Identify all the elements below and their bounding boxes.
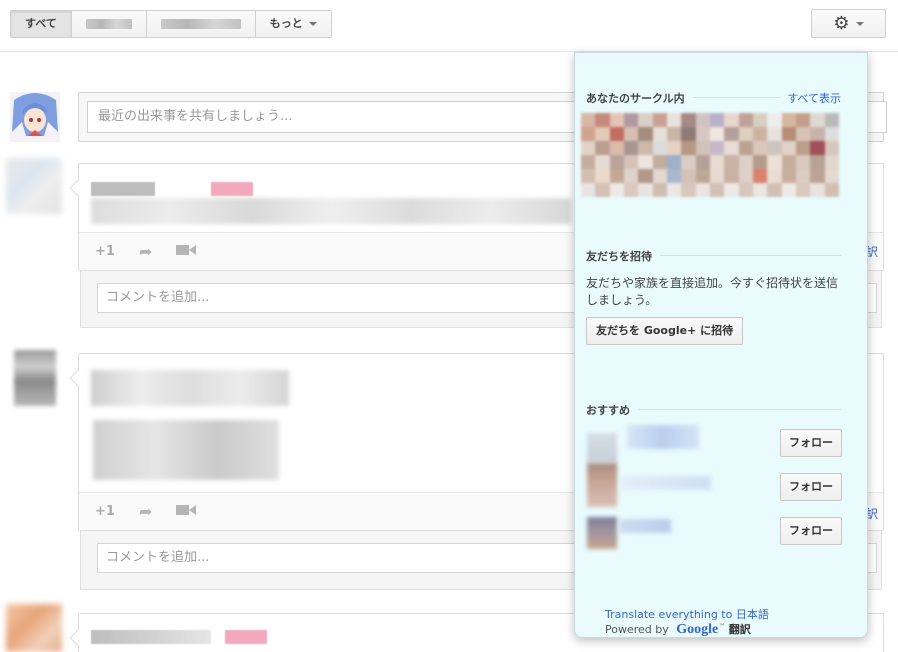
circles-section-title: あなたのサークル内 <box>586 90 693 106</box>
card-pointer <box>69 369 87 387</box>
my-avatar[interactable] <box>10 92 60 142</box>
post-badge <box>211 182 253 196</box>
video-camera-icon[interactable] <box>176 244 197 260</box>
video-camera-icon[interactable] <box>176 504 197 520</box>
settings-button[interactable]: ⚙ <box>811 9 886 38</box>
view-all-link[interactable]: すべて表示 <box>781 90 841 106</box>
suggestion-avatar[interactable] <box>587 433 617 463</box>
post-author-name <box>91 630 211 644</box>
author-avatar[interactable] <box>6 604 62 652</box>
chevron-down-icon <box>855 21 864 26</box>
share-arrow-icon[interactable]: ➦ <box>139 242 152 261</box>
follow-button[interactable]: フォロー <box>780 517 842 545</box>
translate-language[interactable]: 日本語 <box>736 608 769 621</box>
share-arrow-icon[interactable]: ➦ <box>139 502 152 521</box>
plus-one-button[interactable]: +1 <box>95 504 115 519</box>
post-text <box>91 198 571 224</box>
top-bar: すべて もっと ⚙ <box>0 0 898 52</box>
powered-by-line: Powered by Google™ 翻訳 <box>605 622 751 637</box>
powered-by-label: Powered by <box>605 623 669 636</box>
translate-link-line[interactable]: Translate everything to 日本語 <box>605 606 769 622</box>
post-text <box>93 420 279 480</box>
post-badge <box>225 630 267 644</box>
suggestion-name[interactable] <box>627 425 699 449</box>
follow-button[interactable]: フォロー <box>780 473 842 501</box>
filter-more-label: もっと <box>269 17 303 30</box>
post-author-name <box>91 182 155 196</box>
invite-button[interactable]: 友だちを Google+ に招待 <box>586 317 744 345</box>
follow-button[interactable]: フォロー <box>780 429 842 457</box>
circles-panel: あなたのサークル内 すべて表示 友だちを招待 友だちや家族を直接追加。今すぐ招待… <box>574 52 868 638</box>
author-avatar[interactable] <box>6 158 62 214</box>
card-pointer <box>69 179 87 197</box>
suggestion-name[interactable] <box>619 519 671 533</box>
translate-prefix[interactable]: Translate everything to <box>605 608 736 621</box>
chevron-down-icon <box>308 22 317 26</box>
invite-description: 友だちや家族を直接追加。今すぐ招待状を送信しましょう。 <box>586 276 839 307</box>
suggestion-avatar[interactable] <box>587 517 617 549</box>
stream-filter-group: すべて もっと <box>10 10 332 38</box>
suggestion-name[interactable] <box>621 476 711 490</box>
post-author-name <box>91 370 289 406</box>
plus-one-button[interactable]: +1 <box>95 244 115 259</box>
author-avatar[interactable] <box>14 350 56 406</box>
filter-circle-button[interactable] <box>147 11 256 37</box>
card-pointer <box>69 629 87 647</box>
gear-icon: ⚙ <box>833 12 850 34</box>
suggestion-avatar[interactable] <box>587 463 617 507</box>
filter-circle-button[interactable] <box>72 11 147 37</box>
circle-members-grid[interactable] <box>581 113 839 197</box>
invite-section-title: 友だちを招待 <box>586 248 660 264</box>
translate-label: 翻訳 <box>728 623 751 636</box>
suggestions-section-title: おすすめ <box>586 402 638 418</box>
filter-all-button[interactable]: すべて <box>11 11 72 37</box>
google-logo: Google <box>676 622 719 637</box>
filter-more-button[interactable]: もっと <box>256 11 331 37</box>
